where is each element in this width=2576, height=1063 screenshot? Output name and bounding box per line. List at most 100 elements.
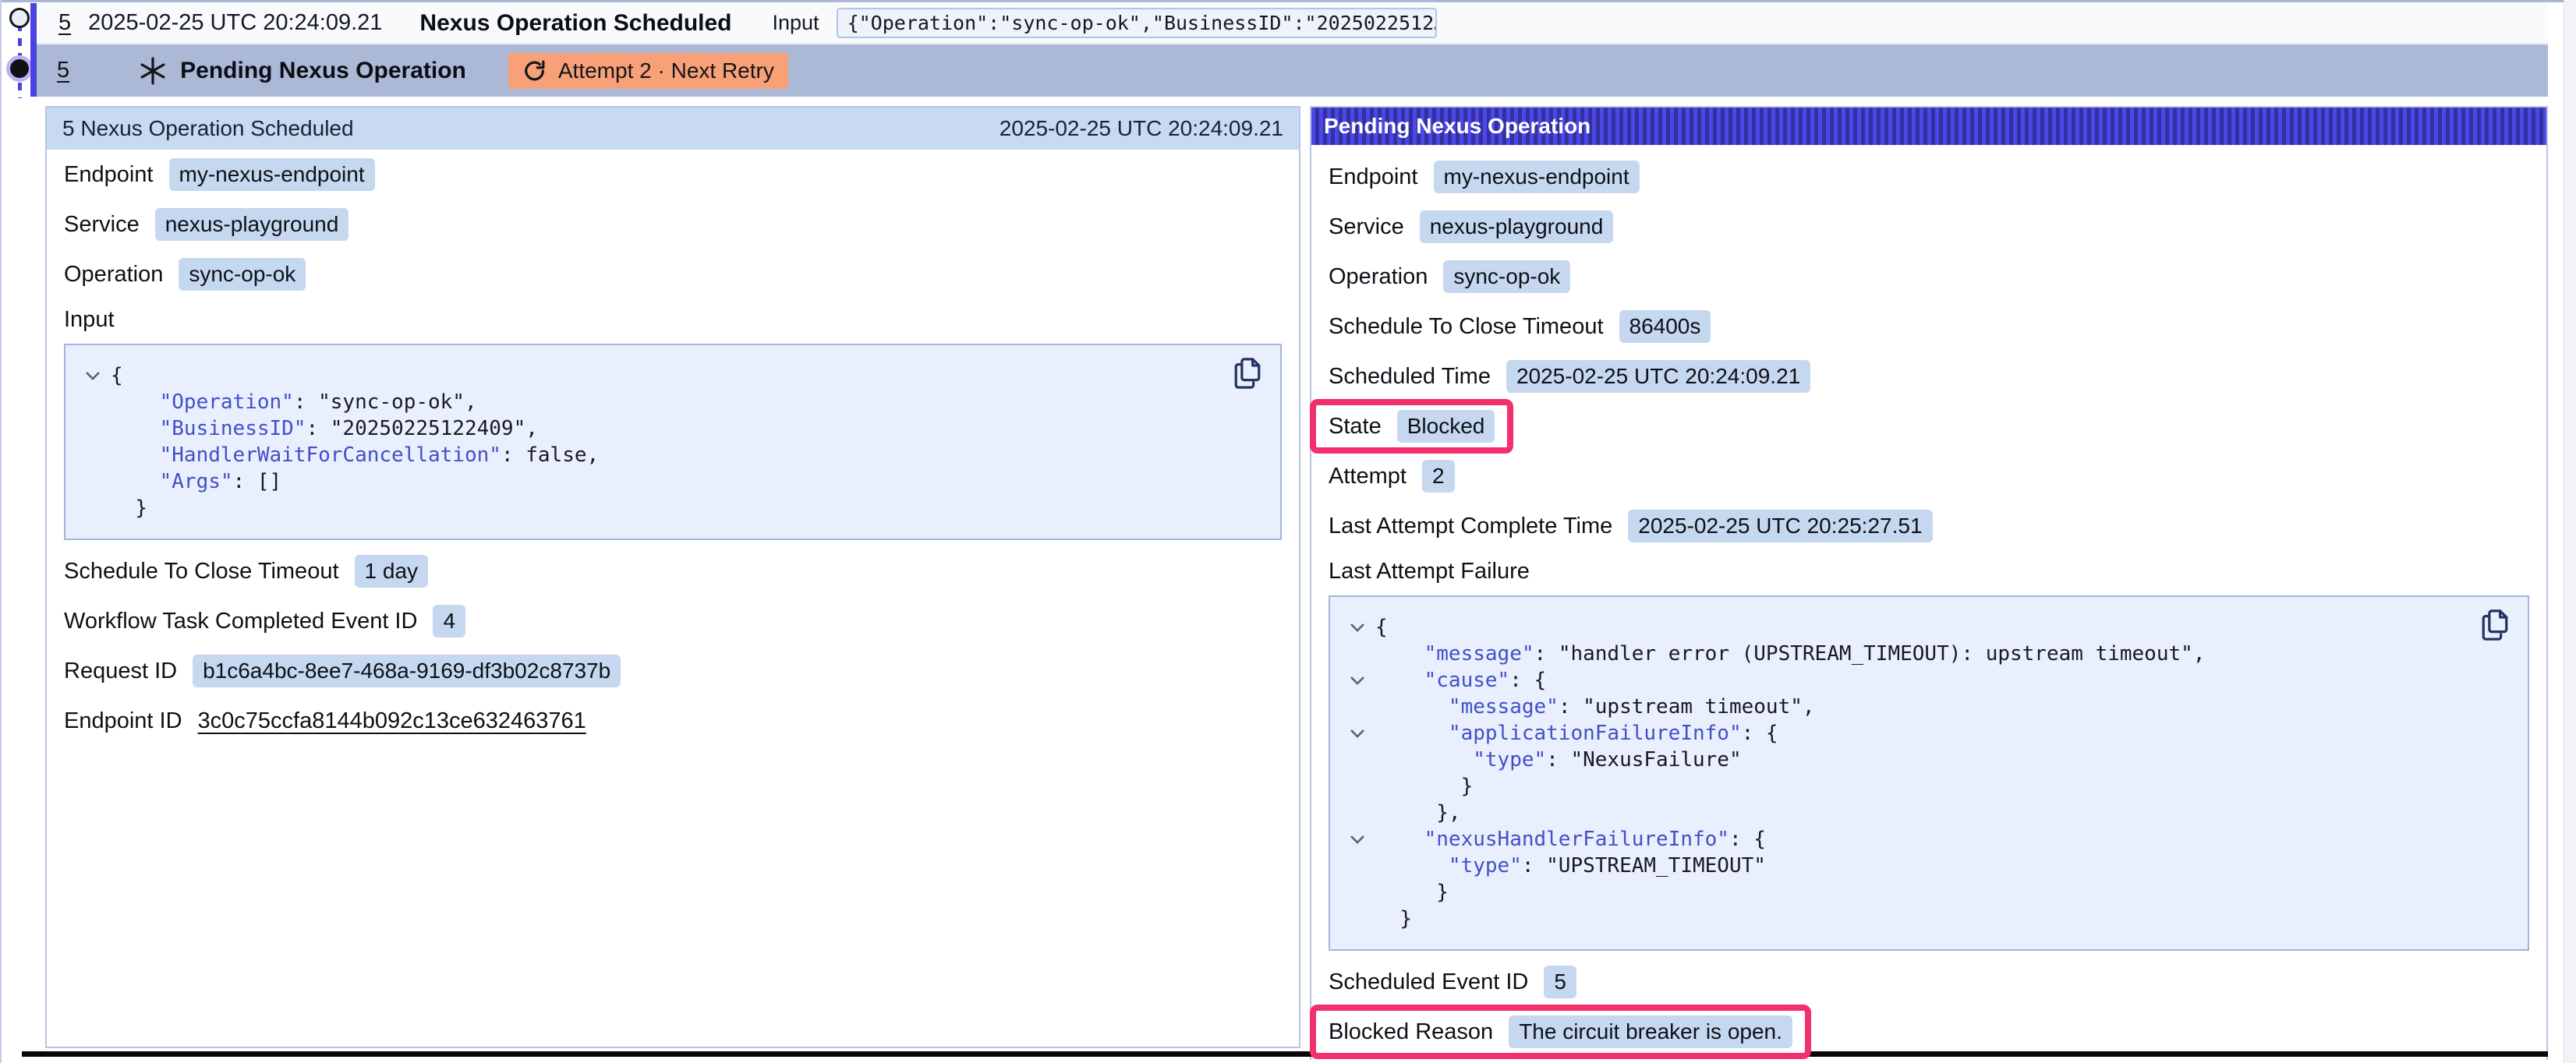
field-value-badge: 4 [433,605,465,637]
field-label: Endpoint [64,162,154,188]
field-value-badge: b1c6a4bc-8ee7-468a-9169-df3b02c8737b [193,655,621,687]
field-label: Endpoint [1329,164,1418,190]
field-value-badge: 86400s [1619,310,1711,343]
event-details-panel-scheduled: 5 Nexus Operation Scheduled 2025-02-25 U… [45,106,1300,1048]
json-line: } [84,495,1261,521]
panel-timestamp: 2025-02-25 UTC 20:24:09.21 [1000,116,1283,141]
detail-row: Last Attempt Complete Time 2025-02-25 UTC… [1329,501,2529,551]
detail-row: Operation sync-op-ok [64,249,1282,299]
collapse-chevron-icon[interactable] [1349,728,1366,739]
retry-badge-label: Attempt 2 · Next Retry [558,58,774,83]
blocked-reason-annotation-highlight: Blocked Reason The circuit breaker is ope… [1310,1005,1811,1059]
json-line: } [1349,906,2509,932]
json-line: "BusinessID": "20250225122409", [84,415,1261,442]
json-line: { [84,362,1261,389]
field-label: Service [64,212,140,238]
field-label: Last Attempt Complete Time [1329,514,1612,539]
field-value-badge: Blocked [1397,410,1495,443]
json-line: { [1349,614,2509,641]
field-value-badge: 1 day [355,555,429,588]
detail-row: Endpoint ID 3c0c75ccfa8144b092c13ce632463… [64,696,1282,746]
json-line: } [1349,879,2509,906]
field-value-badge: sync-op-ok [179,258,306,291]
field-label: Blocked Reason [1329,1019,1493,1045]
detail-row: StateBlocked [1329,401,2529,451]
field-value-badge: my-nexus-endpoint [1434,161,1640,193]
json-line: } [1349,773,2509,800]
field-value-badge: 2025-02-25 UTC 20:24:09.21 [1506,360,1810,393]
detail-row: Endpoint my-nexus-endpoint [1329,152,2529,202]
json-line: "message": "upstream timeout", [1349,694,2509,720]
detail-row: Scheduled Event ID 5 [1329,957,2529,1007]
field-value-badge: 2 [1422,460,1455,493]
retry-icon [522,58,547,83]
panel-header: 5 Nexus Operation Scheduled 2025-02-25 U… [47,108,1299,150]
collapse-chevron-icon[interactable] [1349,622,1366,633]
collapse-chevron-icon[interactable] [84,370,101,381]
json-line: }, [1349,800,2509,826]
page-left-border [0,0,2,1063]
json-line: "HandlerWaitForCancellation": false, [84,442,1261,468]
detail-row: Attempt 2 [1329,451,2529,501]
event-id-link[interactable]: 5 [57,58,69,83]
chevron-gutter [1349,675,1375,686]
collapse-chevron-icon[interactable] [1349,675,1366,686]
collapse-chevron-icon[interactable] [1349,834,1366,845]
input-preview-badge: {"Operation":"sync-op-ok","BusinessID":"… [837,8,1437,38]
copy-button[interactable] [1232,356,1263,393]
event-timestamp: 2025-02-25 UTC 20:24:09.21 [88,10,382,36]
detail-row: Workflow Task Completed Event ID4 [64,596,1282,646]
detail-row: Service nexus-playground [64,200,1282,249]
json-line: "cause": { [1349,667,2509,694]
detail-row: Last Attempt Failure [1329,551,2529,592]
chevron-gutter [1349,834,1375,845]
field-label: Attempt [1329,464,1407,489]
field-label: Input [64,307,115,333]
field-value-badge: The circuit breaker is open. [1509,1015,1792,1048]
json-line: "Operation": "sync-op-ok", [84,389,1261,415]
json-viewer: { "Operation": "sync-op-ok", "BusinessID… [64,344,1282,540]
detail-row: Schedule To Close Timeout1 day [64,546,1282,596]
pending-asterisk-icon [138,56,168,86]
field-value-badge: 5 [1544,966,1576,998]
json-line: "Args": [] [84,468,1261,495]
field-value-badge: nexus-playground [155,208,349,241]
detail-row: Servicenexus-playground [1329,202,2529,252]
input-label: Input [773,11,819,35]
event-marker-selected-icon[interactable] [10,59,29,78]
state-annotation-highlight: StateBlocked [1310,399,1513,454]
detail-row: Operationsync-op-ok [1329,252,2529,302]
copy-icon [2479,608,2511,642]
field-label: Scheduled Event ID [1329,969,1528,995]
panel-header-pending: Pending Nexus Operation [1311,108,2546,145]
chevron-gutter [84,370,111,381]
retry-badge: Attempt 2 · Next Retry [508,53,788,89]
event-id-link[interactable]: 5 [58,10,71,36]
field-value-badge: 2025-02-25 UTC 20:25:27.51 [1628,510,1932,542]
json-line: "type": "UPSTREAM_TIMEOUT" [1349,853,2509,879]
json-viewer: { "message": "handler error (UPSTREAM_TI… [1329,595,2529,951]
panel-title: 5 Nexus Operation Scheduled [62,116,354,141]
endpoint-id-link[interactable]: 3c0c75ccfa8144b092c13ce632463761 [198,708,586,734]
field-value-badge: sync-op-ok [1443,260,1570,293]
copy-button[interactable] [2479,608,2511,645]
field-label: Request ID [64,659,177,684]
detail-row: Schedule To Close Timeout86400s [1329,302,2529,351]
active-event-accent-bar [30,3,37,97]
event-title: Nexus Operation Scheduled [419,10,731,37]
json-line: "message": "handler error (UPSTREAM_TIME… [1349,641,2509,667]
scrollbar-track[interactable] [2564,0,2576,1063]
chevron-gutter [1349,728,1375,739]
field-label: Operation [64,262,163,288]
detail-row: Endpoint my-nexus-endpoint [64,150,1282,200]
event-row-scheduled[interactable]: 5 2025-02-25 UTC 20:24:09.21 Nexus Opera… [37,3,2548,44]
detail-row: Scheduled Time2025-02-25 UTC 20:24:09.21 [1329,351,2529,401]
detail-row: Blocked Reason The circuit breaker is ope… [1329,1007,2529,1057]
event-row-pending[interactable]: 5 Pending Nexus Operation Attempt 2 · Ne… [37,44,2548,97]
field-label: Endpoint ID [64,708,182,734]
json-line: "applicationFailureInfo": { [1349,720,2509,747]
field-label: Service [1329,214,1404,240]
event-marker-open-icon[interactable] [9,8,30,28]
field-value-badge: my-nexus-endpoint [169,158,375,191]
field-label: Last Attempt Failure [1329,559,1530,584]
